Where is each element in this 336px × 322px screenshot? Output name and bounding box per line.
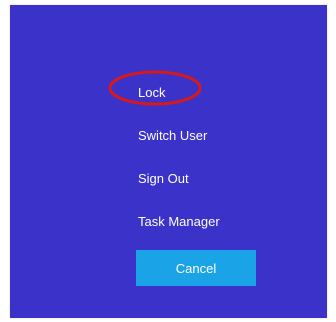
- cancel-button[interactable]: Cancel: [136, 250, 256, 286]
- lock-menu-item[interactable]: Lock: [138, 83, 165, 103]
- sign-out-menu-item[interactable]: Sign Out: [138, 169, 189, 189]
- security-options-screen: Lock Switch User Sign Out Task Manager C…: [10, 5, 327, 318]
- switch-user-menu-item[interactable]: Switch User: [138, 126, 207, 146]
- task-manager-menu-item[interactable]: Task Manager: [138, 212, 220, 232]
